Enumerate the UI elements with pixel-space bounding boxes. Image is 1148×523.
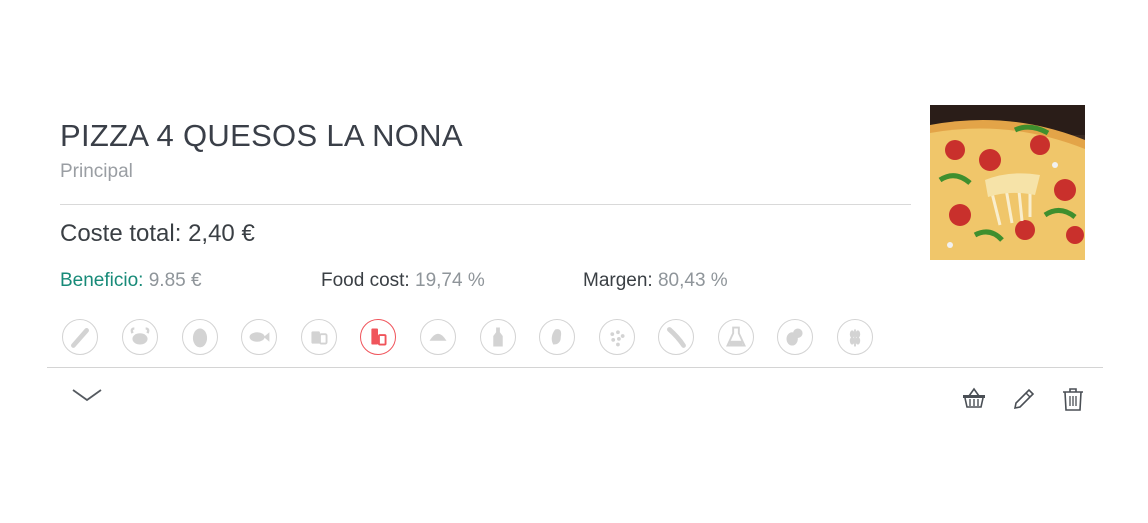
mustard-icon bbox=[480, 319, 516, 355]
recipe-card: PIZZA 4 QUESOS LA NONA Principal Coste t… bbox=[0, 0, 1148, 523]
peanut-icon bbox=[777, 319, 813, 355]
divider bbox=[60, 204, 911, 205]
sesame-icon bbox=[599, 319, 635, 355]
metric-label: Margen: bbox=[583, 270, 653, 291]
trash-icon[interactable] bbox=[1060, 385, 1086, 413]
crustaceans-icon bbox=[122, 319, 158, 355]
recipe-title: PIZZA 4 QUESOS LA NONA bbox=[60, 118, 463, 153]
soy-icon bbox=[718, 319, 754, 355]
molluscs-icon bbox=[420, 319, 456, 355]
metric-label: Beneficio: bbox=[60, 270, 144, 291]
metric-value: 19,74 % bbox=[415, 270, 485, 291]
milk-icon bbox=[360, 319, 396, 355]
nuts-icon bbox=[539, 319, 575, 355]
egg-icon bbox=[182, 319, 218, 355]
divider bbox=[47, 367, 1103, 368]
metric-food-cost: Food cost: 19,74 % bbox=[321, 270, 485, 292]
lupin-icon bbox=[658, 319, 694, 355]
expand-chevron-icon[interactable] bbox=[70, 384, 104, 406]
fish-icon bbox=[241, 319, 277, 355]
celery-icon bbox=[62, 319, 98, 355]
sulphites-icon bbox=[301, 319, 337, 355]
metric-profit: Beneficio: 9.85 € bbox=[60, 270, 202, 292]
recipe-category: Principal bbox=[60, 161, 133, 182]
basket-icon[interactable] bbox=[961, 385, 987, 413]
pencil-icon[interactable] bbox=[1010, 385, 1036, 413]
metric-label: Food cost: bbox=[321, 270, 410, 291]
metric-value: 80,43 % bbox=[657, 270, 728, 291]
gluten-icon bbox=[837, 319, 873, 355]
metric-value: 9.85 € bbox=[148, 270, 202, 291]
metric-margin: Margen: 80,43 % bbox=[583, 270, 728, 292]
total-cost: Coste total: 2,40 € bbox=[60, 220, 255, 247]
dish-photo bbox=[930, 105, 1085, 260]
